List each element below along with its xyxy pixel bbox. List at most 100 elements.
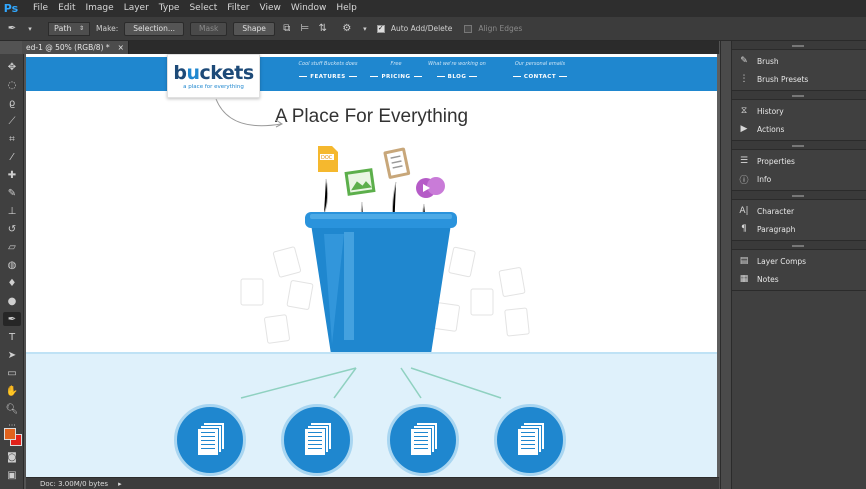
- document-tab[interactable]: ed-1 @ 50% (RGB/8) * ×: [22, 41, 129, 54]
- menu-filter[interactable]: Filter: [222, 0, 254, 17]
- character-icon: A|: [739, 206, 749, 216]
- marquee-tool-icon[interactable]: ◌: [3, 78, 21, 92]
- screen-mode-icon[interactable]: ▣: [3, 468, 21, 482]
- path-alignment-icon[interactable]: ⊨: [299, 23, 311, 35]
- chevron-updown-icon: ⇕: [78, 25, 84, 32]
- doc-size-status: Doc: 3.00M/0 bytes: [40, 479, 109, 488]
- notes-icon: ▦: [739, 274, 749, 284]
- hand-tool-icon[interactable]: ✋: [3, 384, 21, 398]
- shape-button[interactable]: Shape: [233, 21, 275, 36]
- doc-file-icon: DOC: [318, 146, 338, 172]
- panel-brush-presets-label: Brush Presets: [757, 74, 809, 84]
- panel-actions[interactable]: ▶ Actions: [732, 120, 866, 138]
- panel-group-header[interactable]: [732, 241, 866, 250]
- document-circle-1: [174, 404, 246, 476]
- menu-window[interactable]: Window: [286, 0, 332, 17]
- panel-info-label: Info: [757, 174, 772, 184]
- panel-brush[interactable]: ✎ Brush: [732, 52, 866, 70]
- connector-lines: [240, 367, 502, 399]
- panel-group-layer-comps: ▤ Layer Comps ▦ Notes: [732, 250, 866, 291]
- pen-tool-icon[interactable]: ✒: [3, 312, 21, 326]
- history-icon: ⧖: [740, 106, 748, 116]
- panel-notes-label: Notes: [757, 274, 779, 284]
- paint-bucket-tool-icon[interactable]: ◍: [3, 258, 21, 272]
- menu-view[interactable]: View: [255, 0, 286, 17]
- brush-presets-icon: ⋮: [739, 74, 749, 84]
- image-file-icon: [344, 168, 376, 196]
- panel-properties[interactable]: ☰ Properties: [732, 152, 866, 170]
- menu-image[interactable]: Image: [81, 0, 119, 17]
- panel-group-character: A| Character ¶ Paragraph: [732, 200, 866, 241]
- panel-info[interactable]: ⓘ Info: [732, 170, 866, 188]
- pen-tool-preset-icon[interactable]: ✒: [6, 23, 18, 35]
- chevron-down-icon[interactable]: ▾: [359, 23, 371, 35]
- panel-brush-presets[interactable]: ⋮ Brush Presets: [732, 70, 866, 88]
- panel-paragraph-label: Paragraph: [757, 224, 796, 234]
- curved-arrow-icon: [215, 98, 282, 127]
- foreground-color-swatch[interactable]: [4, 428, 16, 440]
- menu-help[interactable]: Help: [331, 0, 362, 17]
- panel-group-history: ⧖ History ▶ Actions: [732, 100, 866, 141]
- menu-edit[interactable]: Edit: [53, 0, 80, 17]
- menu-file[interactable]: File: [28, 0, 53, 17]
- zoom-tool-icon[interactable]: 🔍︎: [3, 402, 21, 416]
- move-tool-icon[interactable]: ✥: [3, 60, 21, 74]
- menu-select[interactable]: Select: [184, 0, 222, 17]
- document-circle-3: [387, 404, 459, 476]
- checklist-icon: [383, 147, 411, 179]
- doc-badge: DOC: [321, 155, 333, 161]
- options-bar: ✒ ▾ Path ⇕ Make: Selection... Mask Shape …: [0, 17, 866, 41]
- crop-tool-icon[interactable]: ⌗: [3, 132, 21, 146]
- quick-selection-tool-icon[interactable]: ⟋: [3, 114, 21, 128]
- panel-group-properties: ☰ Properties ⓘ Info: [732, 150, 866, 191]
- status-menu-arrow-icon[interactable]: ▸: [118, 480, 122, 488]
- panel-collapse-bar[interactable]: [720, 41, 731, 489]
- properties-icon: ☰: [739, 156, 749, 166]
- healing-brush-tool-icon[interactable]: ✚: [3, 168, 21, 182]
- chevron-down-icon[interactable]: ▾: [24, 23, 36, 35]
- panel-character-label: Character: [757, 206, 795, 216]
- clone-stamp-tool-icon[interactable]: ⊥: [3, 204, 21, 218]
- dodge-tool-icon[interactable]: ●: [3, 294, 21, 308]
- actions-icon: ▶: [740, 124, 748, 134]
- path-operations-icon[interactable]: ⧉: [281, 23, 293, 35]
- path-mode-select[interactable]: Path ⇕: [48, 21, 90, 36]
- panel-brush-label: Brush: [757, 56, 779, 66]
- panel-group-brush: ✎ Brush ⋮ Brush Presets: [732, 50, 866, 91]
- blur-tool-icon[interactable]: ♦: [3, 276, 21, 290]
- document-canvas[interactable]: buckets a place for everything Cool stuf…: [26, 54, 717, 477]
- panel-group-header[interactable]: [732, 41, 866, 50]
- panel-paragraph[interactable]: ¶ Paragraph: [732, 220, 866, 238]
- path-arrangement-icon[interactable]: ⇅: [317, 23, 329, 35]
- gear-icon[interactable]: ⚙: [341, 23, 353, 35]
- menu-layer[interactable]: Layer: [119, 0, 154, 17]
- eraser-tool-icon[interactable]: ▱: [3, 240, 21, 254]
- history-brush-tool-icon[interactable]: ↺: [3, 222, 21, 236]
- type-tool-icon[interactable]: T: [3, 330, 21, 344]
- path-selection-tool-icon[interactable]: ➤: [3, 348, 21, 362]
- panel-actions-label: Actions: [757, 124, 785, 134]
- mask-button[interactable]: Mask: [190, 21, 228, 36]
- document-stack-icon: [408, 422, 438, 458]
- panel-group-header[interactable]: [732, 91, 866, 100]
- lasso-tool-icon[interactable]: ϱ: [3, 96, 21, 110]
- panel-history[interactable]: ⧖ History: [732, 102, 866, 120]
- brush-tool-icon[interactable]: ✎: [3, 186, 21, 200]
- auto-add-delete-checkbox[interactable]: ✓: [376, 24, 385, 33]
- eyedropper-tool-icon[interactable]: ⁄: [3, 150, 21, 164]
- photoshop-logo: Ps: [3, 2, 19, 15]
- rectangle-tool-icon[interactable]: ▭: [3, 366, 21, 380]
- panel-group-header[interactable]: [732, 141, 866, 150]
- align-edges-checkbox[interactable]: [464, 24, 473, 33]
- selection-button[interactable]: Selection...: [124, 21, 185, 36]
- panel-notes[interactable]: ▦ Notes: [732, 270, 866, 288]
- panel-group-header[interactable]: [732, 191, 866, 200]
- brush-icon: ✎: [740, 56, 748, 66]
- status-bar: Doc: 3.00M/0 bytes ▸: [26, 477, 719, 489]
- menu-type[interactable]: Type: [154, 0, 185, 17]
- panel-character[interactable]: A| Character: [732, 202, 866, 220]
- close-icon[interactable]: ×: [118, 43, 124, 52]
- quick-mask-icon[interactable]: ◙: [3, 450, 21, 464]
- panel-layer-comps[interactable]: ▤ Layer Comps: [732, 252, 866, 270]
- tools-panel: ✥ ◌ ϱ ⟋ ⌗ ⁄ ✚ ✎ ⊥ ↺ ▱ ◍ ♦ ● ✒ T ➤ ▭ ✋ 🔍︎…: [0, 54, 24, 489]
